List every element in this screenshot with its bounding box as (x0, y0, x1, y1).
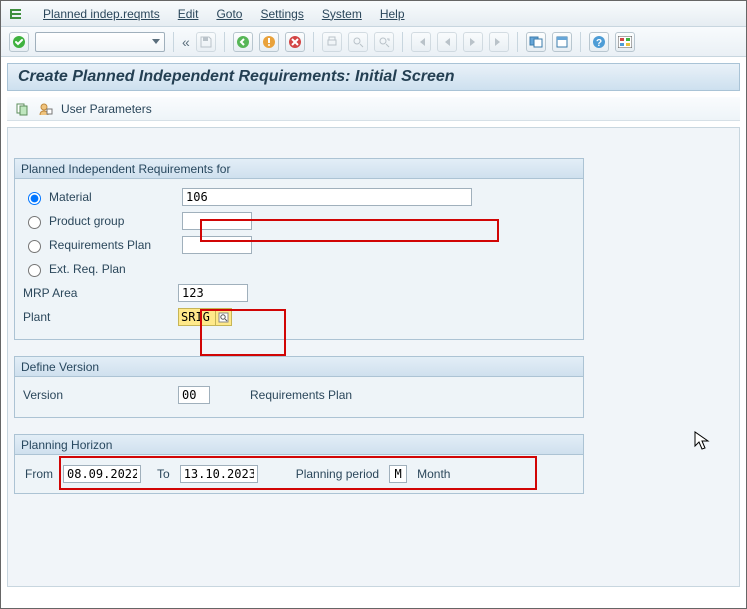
menu-system[interactable]: System (322, 7, 362, 21)
search-help-icon[interactable] (215, 309, 231, 325)
plant-field-wrap (178, 308, 232, 326)
content-area: Planned Independent Requirements for Mat… (7, 127, 740, 587)
copy-icon[interactable] (13, 100, 31, 118)
find-next-icon (374, 32, 394, 52)
group-planning-horizon-header: Planning Horizon (15, 435, 583, 455)
enter-button[interactable] (9, 32, 29, 52)
plant-input[interactable] (179, 309, 215, 325)
group-define-version-header: Define Version (15, 357, 583, 377)
exit-icon[interactable] (259, 32, 279, 52)
req-plan-input[interactable] (182, 236, 252, 254)
group-planning-horizon: Planning Horizon From To Planning period… (14, 434, 584, 494)
screen-title-bar: Create Planned Independent Requirements:… (7, 63, 740, 91)
local-layout-icon[interactable] (615, 32, 635, 52)
user-params-button[interactable]: User Parameters (61, 102, 152, 116)
label-from: From (25, 467, 53, 481)
cancel-icon[interactable] (285, 32, 305, 52)
application-toolbar: User Parameters (7, 97, 740, 121)
menu-planned-indep-reqmts[interactable]: Planned indep.reqmts (43, 7, 160, 21)
back-chevrons[interactable]: « (182, 34, 190, 50)
radio-ext-req-plan[interactable] (28, 264, 41, 277)
standard-toolbar: « ? (1, 27, 746, 57)
label-req-plan-readonly: Requirements Plan (250, 388, 352, 402)
menu-settings[interactable]: Settings (260, 7, 303, 21)
label-req-plan: Requirements Plan (49, 238, 182, 252)
print-icon (322, 32, 342, 52)
new-session-icon[interactable] (526, 32, 546, 52)
label-mrp-area: MRP Area (23, 286, 178, 300)
command-field[interactable] (35, 32, 165, 52)
back-icon[interactable] (233, 32, 253, 52)
find-icon (348, 32, 368, 52)
first-page-icon (411, 32, 431, 52)
cursor-icon (694, 431, 710, 456)
last-page-icon (489, 32, 509, 52)
group-pir-for: Planned Independent Requirements for Mat… (14, 158, 584, 340)
version-input[interactable] (178, 386, 210, 404)
label-planning-period: Planning period (296, 467, 379, 481)
label-material: Material (49, 190, 182, 204)
help-icon[interactable]: ? (589, 32, 609, 52)
label-product-group: Product group (49, 214, 182, 228)
next-page-icon (463, 32, 483, 52)
screen-title: Create Planned Independent Requirements:… (18, 68, 455, 86)
generate-shortcut-icon[interactable] (552, 32, 572, 52)
label-ext-req-plan: Ext. Req. Plan (49, 262, 182, 276)
menu-goto[interactable]: Goto (216, 7, 242, 21)
label-version: Version (23, 388, 178, 402)
radio-req-plan[interactable] (28, 240, 41, 253)
group-define-version: Define Version Version Requirements Plan (14, 356, 584, 418)
menu-bar: Planned indep.reqmts Edit Goto Settings … (1, 1, 746, 27)
planning-period-code-input[interactable] (389, 465, 407, 483)
group-pir-for-header: Planned Independent Requirements for (15, 159, 583, 179)
svg-text:?: ? (596, 38, 602, 49)
chevron-down-icon (152, 39, 160, 44)
menu-edit[interactable]: Edit (178, 7, 199, 21)
to-date-input[interactable] (180, 465, 258, 483)
app-menu-icon[interactable] (7, 5, 25, 23)
radio-product-group[interactable] (28, 216, 41, 229)
prev-page-icon (437, 32, 457, 52)
label-plant: Plant (23, 310, 178, 324)
mrp-area-input[interactable] (178, 284, 248, 302)
from-date-input[interactable] (63, 465, 141, 483)
product-group-input[interactable] (182, 212, 252, 230)
menu-help[interactable]: Help (380, 7, 405, 21)
user-params-icon[interactable] (37, 100, 55, 118)
radio-material[interactable] (28, 192, 41, 205)
material-input[interactable] (182, 188, 472, 206)
label-to: To (157, 467, 170, 481)
label-planning-period-text: Month (417, 467, 450, 481)
save-icon[interactable] (196, 32, 216, 52)
